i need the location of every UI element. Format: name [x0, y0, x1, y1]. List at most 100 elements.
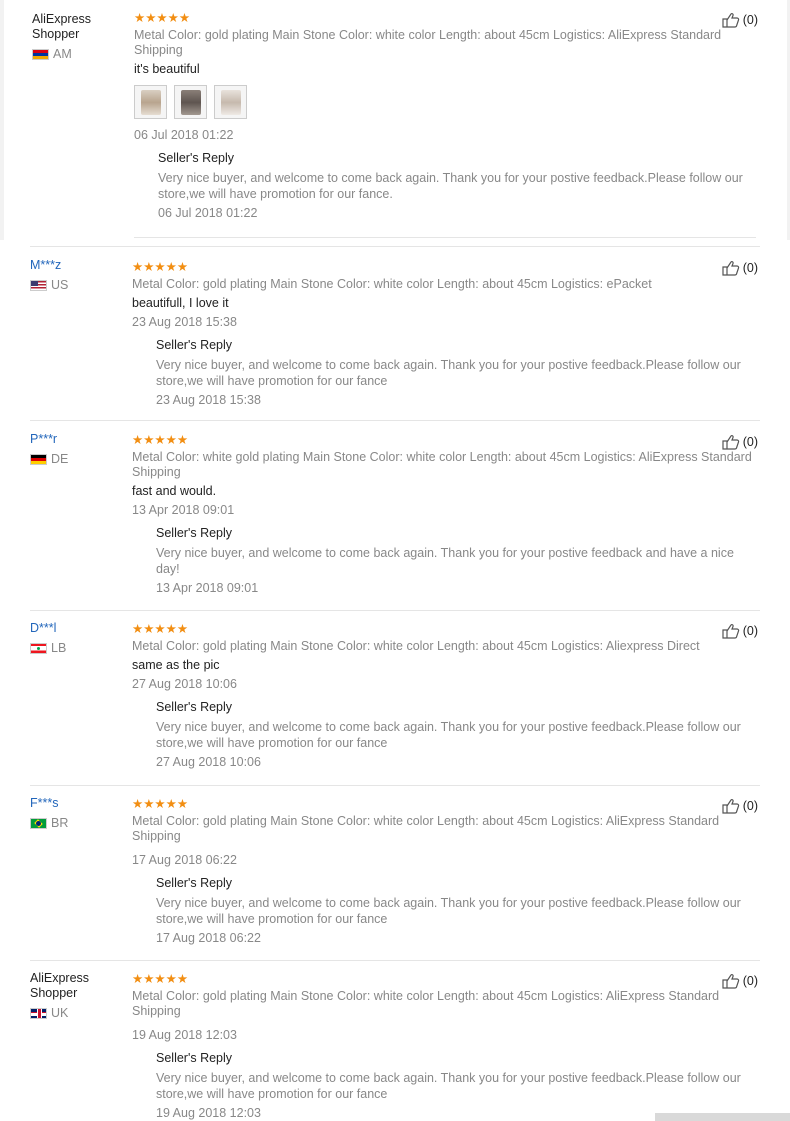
seller-reply-title: Seller's Reply [158, 151, 235, 165]
helpful-button[interactable]: (0) [722, 973, 758, 989]
helpful-button[interactable]: (0) [722, 260, 758, 276]
helpful-count: (0) [742, 13, 758, 27]
star-rating-icon: ★★★★★ [134, 11, 191, 25]
review-date: 13 Apr 2018 09:01 [132, 503, 235, 517]
reviewer-country: UK [30, 1006, 130, 1020]
scrollbar[interactable] [655, 1113, 790, 1121]
country-code: UK [51, 1006, 69, 1020]
review-body: ★★★★★ Metal Color: white gold plating Ma… [132, 432, 757, 596]
reviewer-name: D***l [30, 621, 57, 635]
seller-reply: Seller's Reply Very nice buyer, and welc… [156, 876, 757, 946]
review-divider [30, 420, 760, 421]
seller-reply: Seller's Reply Very nice buyer, and welc… [156, 338, 757, 408]
review-photo-thumbnail[interactable] [134, 85, 167, 119]
thumbs-up-icon [722, 435, 739, 450]
seller-reply-title: Seller's Reply [156, 700, 233, 714]
review-photo-thumbnail[interactable] [174, 85, 207, 119]
review-divider [30, 785, 760, 786]
country-code: US [51, 278, 69, 292]
flag-icon [30, 453, 47, 465]
review-date: 19 Aug 2018 12:03 [132, 1028, 237, 1042]
review-body: ★★★★★ Metal Color: gold plating Main Sto… [132, 258, 757, 408]
flag-icon [32, 48, 49, 60]
review-divider [30, 246, 760, 247]
seller-reply-text: Very nice buyer, and welcome to come bac… [156, 1071, 741, 1101]
reviewer-info: AliExpress Shopper UK [30, 971, 130, 1020]
thumbs-up-icon [722, 974, 739, 989]
seller-reply-title: Seller's Reply [156, 876, 233, 890]
review-body: ★★★★★ Metal Color: gold plating Main Sto… [134, 12, 759, 221]
seller-reply-date: 27 Aug 2018 10:06 [156, 755, 261, 769]
seller-reply-date: 13 Apr 2018 09:01 [156, 581, 259, 595]
order-attributes: Metal Color: gold plating Main Stone Col… [132, 639, 700, 653]
reviewer-country: DE [30, 452, 130, 466]
review-divider [134, 237, 756, 238]
helpful-count: (0) [742, 799, 758, 813]
flag-icon [30, 1007, 47, 1019]
review-comment: fast and would. [132, 484, 217, 498]
review-photos [134, 85, 759, 119]
reviewer-name: AliExpress Shopper [32, 12, 92, 41]
seller-reply-date: 23 Aug 2018 15:38 [156, 393, 261, 407]
star-rating-icon: ★★★★★ [132, 797, 189, 811]
order-attributes: Metal Color: white gold plating Main Sto… [132, 450, 752, 479]
thumbs-up-icon [722, 261, 739, 276]
thumbs-up-icon [722, 799, 739, 814]
helpful-button[interactable]: (0) [722, 623, 758, 639]
country-code: DE [51, 452, 69, 466]
helpful-count: (0) [742, 974, 758, 988]
star-rating-icon: ★★★★★ [132, 260, 189, 274]
order-attributes: Metal Color: gold plating Main Stone Col… [134, 28, 722, 57]
thumbs-up-icon [722, 624, 739, 639]
flag-icon [30, 642, 47, 654]
reviewer-info: P***r DE [30, 432, 130, 466]
seller-reply-text: Very nice buyer, and welcome to come bac… [156, 358, 741, 388]
reviewer-info: F***s BR [30, 796, 130, 830]
helpful-button[interactable]: (0) [722, 798, 758, 814]
review-divider [30, 610, 760, 611]
reviewer-name: AliExpress Shopper [30, 971, 90, 1000]
flag-icon [30, 279, 47, 291]
reviewer-info: M***z US [30, 258, 130, 292]
seller-reply: Seller's Reply Very nice buyer, and welc… [156, 700, 757, 770]
reviewer-info: D***l LB [30, 621, 130, 655]
seller-reply-date: 17 Aug 2018 06:22 [156, 931, 261, 945]
seller-reply-date: 06 Jul 2018 01:22 [158, 206, 258, 220]
seller-reply-text: Very nice buyer, and welcome to come bac… [156, 720, 741, 750]
review-comment: same as the pic [132, 658, 220, 672]
seller-reply-text: Very nice buyer, and welcome to come bac… [156, 546, 734, 576]
helpful-count: (0) [742, 261, 758, 275]
order-attributes: Metal Color: gold plating Main Stone Col… [132, 989, 720, 1018]
country-code: BR [51, 816, 69, 830]
review-photo-thumbnail[interactable] [214, 85, 247, 119]
seller-reply: Seller's Reply Very nice buyer, and welc… [158, 151, 759, 221]
star-rating-icon: ★★★★★ [132, 972, 189, 986]
helpful-button[interactable]: (0) [722, 434, 758, 450]
helpful-count: (0) [742, 624, 758, 638]
country-code: AM [53, 47, 72, 61]
reviewer-country: LB [30, 641, 130, 655]
seller-reply-text: Very nice buyer, and welcome to come bac… [158, 171, 743, 201]
review-comment: beautifull, I love it [132, 296, 229, 310]
helpful-button[interactable]: (0) [722, 12, 758, 28]
seller-reply: Seller's Reply Very nice buyer, and welc… [156, 526, 757, 596]
review-date: 06 Jul 2018 01:22 [134, 128, 234, 142]
helpful-count: (0) [742, 435, 758, 449]
seller-reply-title: Seller's Reply [156, 338, 233, 352]
reviewer-info: AliExpress Shopper AM [30, 12, 130, 61]
seller-reply: Seller's Reply Very nice buyer, and welc… [156, 1051, 757, 1121]
reviewer-name: P***r [30, 432, 58, 446]
country-code: LB [51, 641, 67, 655]
review-body: ★★★★★ Metal Color: gold plating Main Sto… [132, 971, 757, 1121]
reviewer-name: M***z [30, 258, 62, 272]
reviewer-country: US [30, 278, 130, 292]
seller-reply-title: Seller's Reply [156, 1051, 233, 1065]
review-divider [30, 960, 760, 961]
seller-reply-text: Very nice buyer, and welcome to come bac… [156, 896, 741, 926]
reviewer-name: F***s [30, 796, 59, 810]
review-body: ★★★★★ Metal Color: gold plating Main Sto… [132, 621, 757, 770]
review-list: AliExpress Shopper AM ★★★★★ Metal Color:… [0, 0, 790, 1121]
reviewer-country: BR [30, 816, 130, 830]
star-rating-icon: ★★★★★ [132, 622, 189, 636]
review-body: ★★★★★ Metal Color: gold plating Main Sto… [132, 796, 757, 946]
